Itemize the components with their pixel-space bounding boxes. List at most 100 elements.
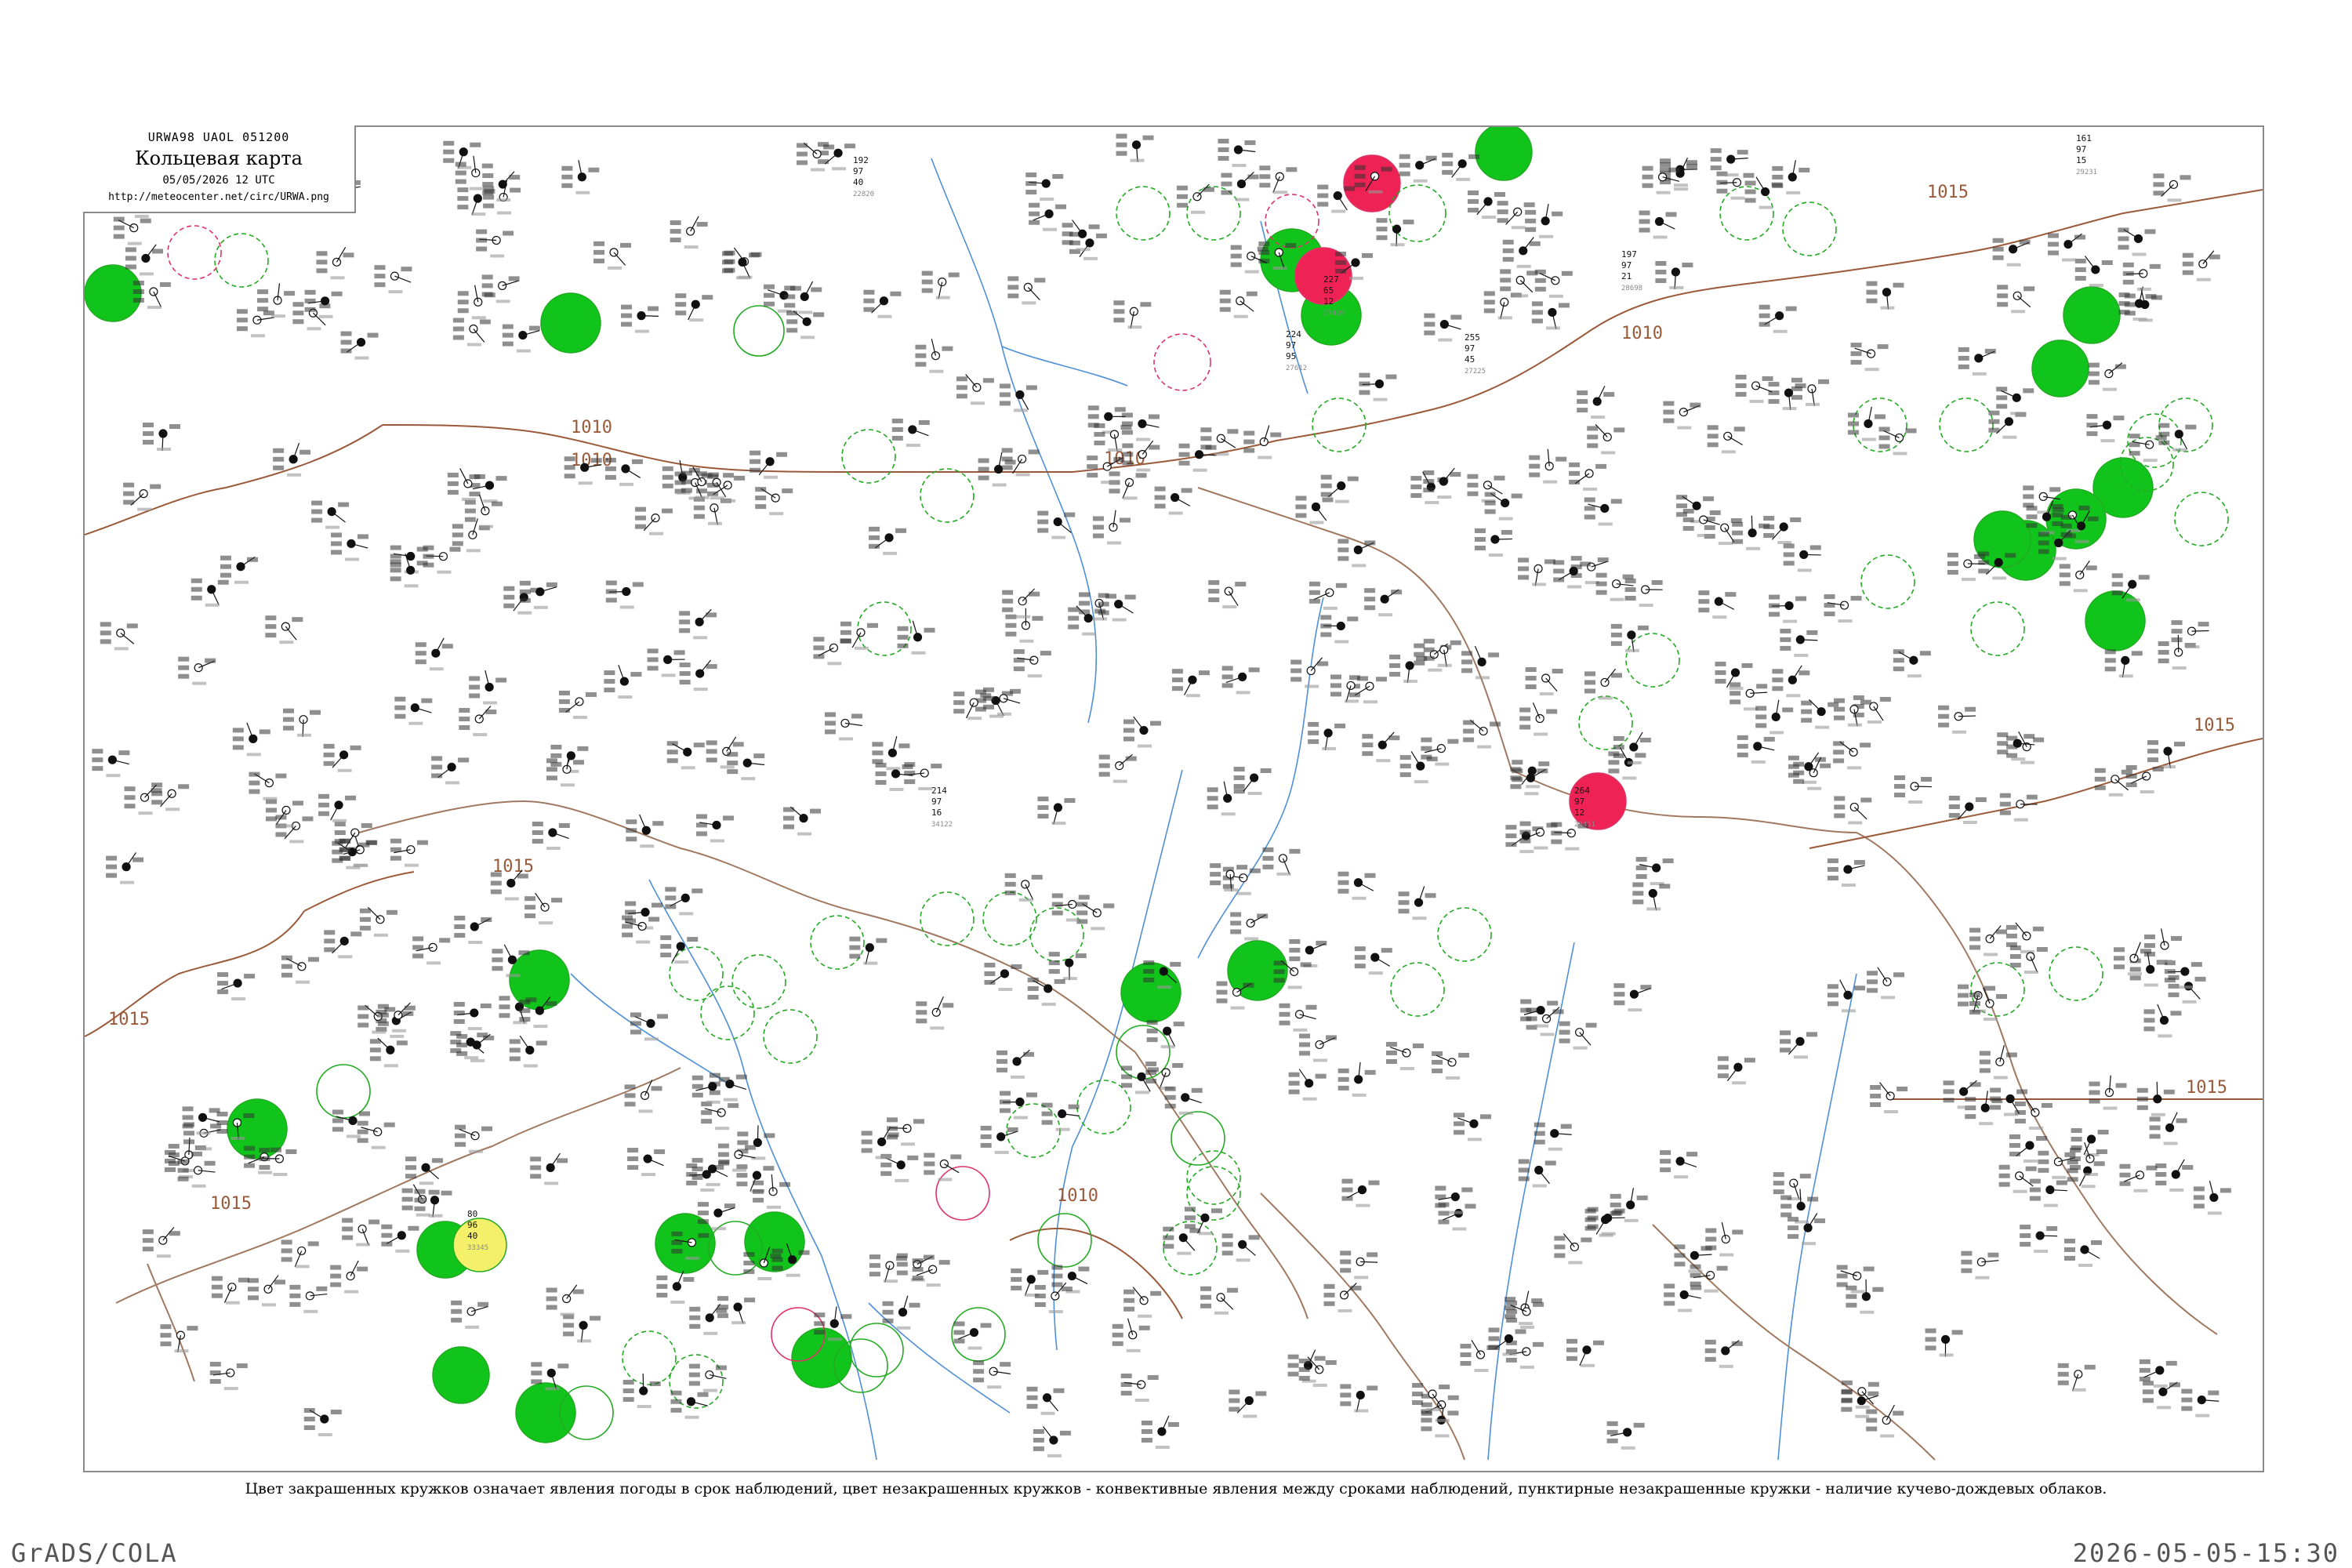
station-glyph: [1109, 471, 1147, 500]
station-number: 214: [931, 786, 947, 796]
station-glyph: [1092, 510, 1131, 545]
station-glyph: [604, 457, 643, 486]
station-glyph: [863, 289, 902, 318]
station-glyph: [92, 749, 130, 778]
convective-circle: [763, 1009, 818, 1064]
convective-circle: [920, 891, 975, 946]
station-glyph: [973, 1360, 1011, 1389]
station-glyph: [980, 1125, 1018, 1154]
station-number: 97: [1286, 340, 1296, 350]
station-glyph: [1577, 386, 1615, 419]
station-glyph: [921, 270, 960, 299]
station-glyph: [627, 1148, 666, 1177]
station-glyph: [217, 972, 256, 1001]
station-glyph: [289, 1284, 328, 1313]
station-glyph: [1660, 1150, 1698, 1179]
station-glyph: [1340, 1384, 1378, 1413]
station-number: 97: [1465, 343, 1475, 354]
weather-circle: [2063, 286, 2121, 344]
station-number: 15: [2076, 155, 2086, 165]
map-canvas: 1010 1010 1015 1015 1010 1015 1010 1015 …: [85, 127, 2263, 1461]
station-glyph: [1279, 1003, 1317, 1032]
station-glyph: [1763, 515, 1802, 544]
station-glyph: [283, 708, 321, 737]
station-number: 224: [1286, 329, 1301, 339]
station-glyph: [1866, 281, 1904, 310]
station-glyph: [1997, 285, 2035, 314]
convective-circle: [669, 946, 724, 1001]
station-glyph: [2047, 233, 2085, 262]
station-glyph: [2104, 649, 2143, 678]
station-glyph: [1146, 1020, 1185, 1049]
station-glyph: [459, 706, 497, 737]
station-glyph: [311, 500, 350, 529]
station-glyph: [2119, 1163, 2158, 1192]
isobar-label: 1015: [2194, 716, 2235, 735]
convective-circle: [1970, 601, 2025, 656]
station-glyph: [1295, 495, 1334, 524]
station-glyph: [142, 423, 180, 452]
station-glyph: [783, 806, 822, 836]
station-glyph: [1098, 753, 1137, 783]
station-glyph: [106, 852, 144, 884]
station-glyph: [1587, 424, 1625, 455]
station-glyph: [423, 545, 461, 574]
station-glyph: [265, 615, 303, 644]
station-glyph: [248, 1275, 286, 1307]
station-glyph: [502, 324, 540, 353]
station-glyph: [530, 1152, 568, 1185]
station-glyph: [953, 1321, 992, 1350]
station-glyph: [1827, 979, 1865, 1013]
station-glyph: [1467, 474, 1505, 503]
station-glyph: [359, 906, 397, 937]
station-glyph: [1534, 1122, 1572, 1151]
station-number: 21: [1621, 271, 1632, 281]
station-glyph: [840, 621, 878, 650]
station-glyph: [369, 1037, 408, 1068]
station-glyph: [1772, 665, 1810, 698]
station-glyph: [1340, 1250, 1378, 1279]
station-glyph: [1423, 638, 1461, 667]
station-glyph: [454, 916, 492, 945]
station-glyph: [390, 838, 428, 867]
station-glyph: [453, 1001, 492, 1030]
station-glyph: [1398, 886, 1436, 920]
station-glyph: [1518, 557, 1556, 586]
convective-circle: [1153, 333, 1211, 391]
convective-circle: [1625, 633, 1680, 688]
station-glyph: [1062, 220, 1100, 252]
station-glyph: [524, 892, 563, 925]
station-glyph: [622, 1374, 661, 1409]
convective-circle: [935, 1166, 990, 1221]
station-glyph: [257, 283, 296, 318]
station-glyph: [1007, 276, 1046, 305]
convective-circle: [1186, 1150, 1241, 1205]
station-glyph: [786, 310, 825, 339]
station-glyph: [561, 160, 600, 194]
station-labeled: 224 97 95 27612 227 65 12 27459 264 97 1…: [332, 133, 2097, 1252]
station-glyph: [1705, 1221, 1744, 1257]
station-glyph: [1033, 1426, 1071, 1457]
station-glyph: [1518, 1159, 1556, 1188]
station-glyph: [1004, 873, 1043, 902]
station-glyph: [275, 815, 314, 844]
station-glyph: [750, 450, 788, 479]
station-glyph: [1824, 594, 1862, 623]
station-glyph: [1299, 1033, 1338, 1062]
station-glyph: [1780, 628, 1818, 657]
station-glyph: [1584, 668, 1623, 700]
station-glyph: [1791, 377, 1829, 406]
station-glyph: [1341, 1178, 1380, 1207]
station-glyph: [160, 1324, 198, 1353]
station-glyph: [656, 1270, 695, 1304]
station-glyph: [2122, 262, 2161, 291]
station-glyph: [342, 1218, 380, 1247]
station-glyph: [670, 216, 708, 249]
isobar-label: 1015: [2186, 1078, 2227, 1098]
station-glyph: [861, 1127, 899, 1160]
station-glyph: [2181, 1388, 2220, 1417]
station-glyph: [1639, 210, 1677, 239]
convective-circle: [622, 1330, 677, 1385]
convective-circle: [700, 985, 755, 1040]
station-glyph: [220, 555, 259, 584]
